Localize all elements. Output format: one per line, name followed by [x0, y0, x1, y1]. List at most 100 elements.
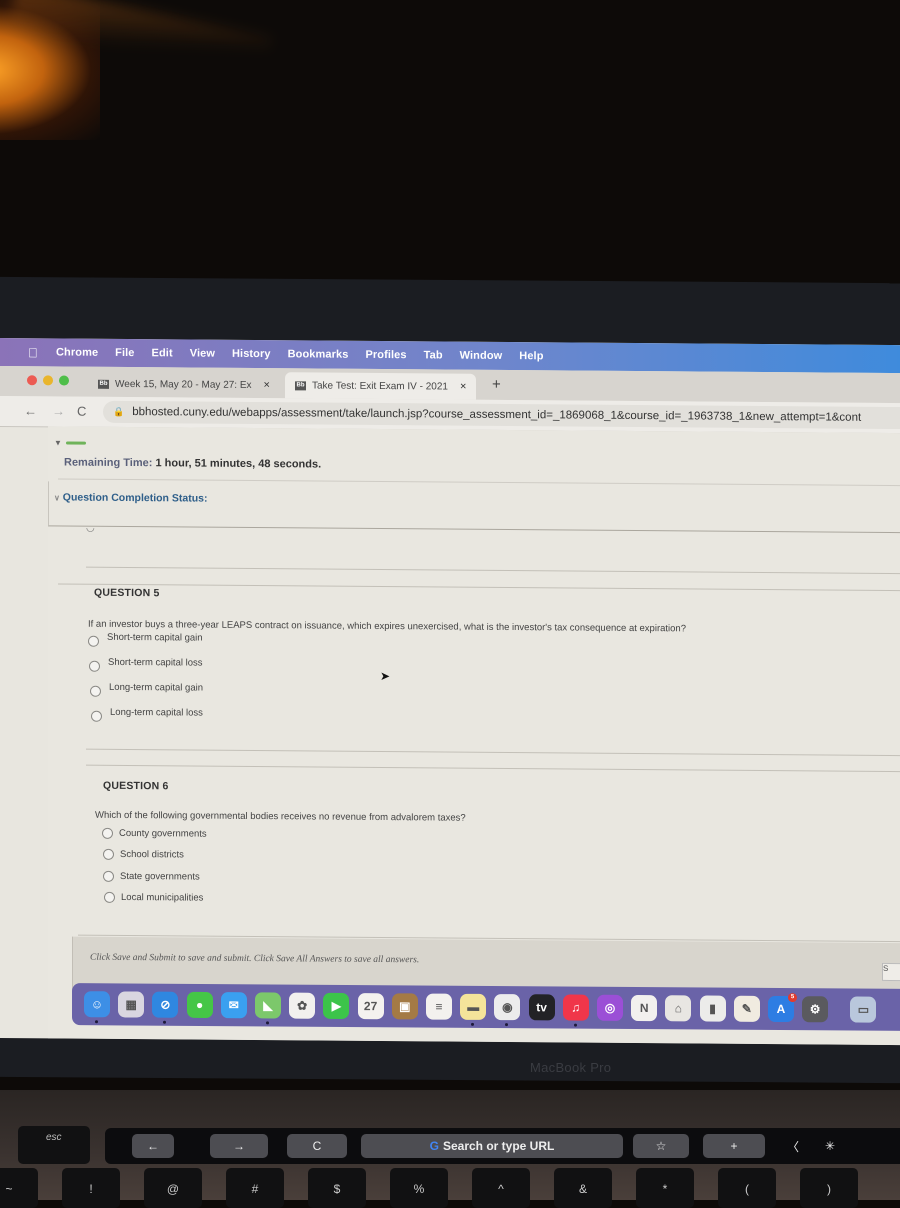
- touchbar-brightness-icon[interactable]: ✳: [815, 1134, 845, 1158]
- dock-facetime-icon[interactable]: ▶: [323, 992, 350, 1020]
- touchbar-search-field[interactable]: G Search or type URL: [361, 1134, 623, 1158]
- dock-safari-icon[interactable]: ⊘: [152, 991, 179, 1018]
- notification-badge: 5: [788, 993, 797, 1003]
- running-indicator: [266, 1021, 269, 1025]
- touchbar-bookmark-star-icon[interactable]: ☆: [633, 1134, 689, 1158]
- menu-help[interactable]: Help: [519, 350, 543, 362]
- test-page: ▼ Remaining Time: 1 hour, 51 minutes, 48…: [48, 426, 900, 1046]
- key[interactable]: %: [390, 1168, 448, 1208]
- radio-button[interactable]: [88, 635, 99, 647]
- menu-file[interactable]: File: [115, 347, 134, 359]
- close-window-button[interactable]: [27, 375, 37, 386]
- key[interactable]: ): [800, 1168, 858, 1208]
- dock-reminders-icon[interactable]: ≡: [426, 993, 452, 1020]
- touchbar-back-button[interactable]: ←: [132, 1134, 174, 1158]
- question-6-title: QUESTION 6: [103, 779, 169, 793]
- touchbar-reload-button[interactable]: C: [287, 1134, 347, 1158]
- dock-finder-icon[interactable]: ☺: [84, 991, 110, 1018]
- touchbar-new-tab-icon[interactable]: +: [703, 1134, 765, 1158]
- minimize-window-button[interactable]: [43, 375, 53, 386]
- tab-label: Take Test: Exit Exam IV - 2021: [312, 379, 448, 393]
- touchbar-search-label: Search or type URL: [442, 1139, 555, 1153]
- radio-button[interactable]: [103, 848, 114, 860]
- menu-edit[interactable]: Edit: [152, 347, 173, 359]
- dock-pages-icon[interactable]: ✎: [733, 995, 760, 1022]
- question-6-option-3[interactable]: State governments: [103, 870, 200, 883]
- question-5-option-3[interactable]: Long-term capital gain: [90, 682, 203, 698]
- dock-keynote-icon[interactable]: ⌂: [665, 995, 692, 1022]
- tab-week-15[interactable]: Bb Week 15, May 20 - May 27: Ex ×: [88, 371, 280, 399]
- radio-button[interactable]: [102, 827, 113, 839]
- dock-calendar-icon[interactable]: 27: [357, 993, 384, 1020]
- dock-apple-tv-icon[interactable]: tv: [528, 994, 555, 1021]
- key[interactable]: #: [226, 1168, 284, 1208]
- question-5-option-2[interactable]: Short-term capital loss: [89, 657, 203, 673]
- dock-mail-icon[interactable]: ✉: [220, 992, 247, 1019]
- touchbar-forward-button[interactable]: →: [210, 1134, 268, 1158]
- key[interactable]: $: [308, 1168, 366, 1208]
- radio-button[interactable]: [104, 891, 115, 903]
- new-tab-button[interactable]: +: [492, 376, 501, 393]
- question-5-option-4[interactable]: Long-term capital loss: [91, 707, 203, 723]
- menu-window[interactable]: Window: [460, 350, 503, 362]
- address-bar[interactable]: 🔒 bbhosted.cuny.edu/webapps/assessment/t…: [103, 400, 900, 430]
- key[interactable]: ~: [0, 1168, 38, 1208]
- option-label: Short-term capital gain: [107, 631, 203, 644]
- back-button[interactable]: ←: [24, 403, 37, 418]
- dock-preview-icon[interactable]: ▭: [850, 996, 877, 1023]
- esc-key[interactable]: esc: [18, 1126, 90, 1164]
- dock-music-icon[interactable]: ♫: [562, 994, 589, 1021]
- question-6-option-4[interactable]: Local municipalities: [104, 891, 203, 904]
- radio-button[interactable]: [103, 870, 114, 882]
- save-and-submit-button[interactable]: S: [882, 962, 900, 982]
- tab-take-test[interactable]: Bb Take Test: Exit Exam IV - 2021 ×: [285, 372, 477, 400]
- macos-dock: ☺ ▦ ⊘ ● ✉ ◣ ✿ ▶ 27 ▣ ≡ ▬ ◉ tv ♫ ◎ N ⌂ ▮ ✎ A 5 ⚙ ▭: [72, 983, 900, 1031]
- radio-button[interactable]: [90, 685, 101, 697]
- reload-button[interactable]: C: [77, 404, 86, 419]
- key[interactable]: !: [62, 1168, 120, 1208]
- dock-contacts-icon[interactable]: ▣: [391, 993, 418, 1020]
- menu-profiles[interactable]: Profiles: [365, 349, 406, 361]
- dock-news-icon[interactable]: N: [631, 994, 658, 1022]
- maximize-window-button[interactable]: [59, 375, 69, 386]
- close-tab-icon[interactable]: ×: [460, 381, 466, 393]
- question-6-option-1[interactable]: County governments: [102, 827, 207, 840]
- key[interactable]: *: [636, 1168, 694, 1208]
- menu-history[interactable]: History: [232, 348, 271, 360]
- option-label: Short-term capital loss: [108, 656, 203, 669]
- radio-button[interactable]: [89, 660, 100, 672]
- key[interactable]: &: [554, 1168, 612, 1208]
- question-6-option-2[interactable]: School districts: [103, 848, 184, 860]
- dock-podcasts-icon[interactable]: ◎: [597, 994, 623, 1021]
- question-5-option-1[interactable]: Short-term capital gain: [88, 632, 203, 648]
- remaining-time-label: Remaining Time:: [64, 456, 153, 470]
- dock-numbers-icon[interactable]: ▮: [699, 995, 726, 1022]
- macbook-pro-label: MacBook Pro: [530, 1060, 612, 1075]
- close-tab-icon[interactable]: ×: [264, 379, 270, 391]
- key[interactable]: ^: [472, 1168, 530, 1208]
- apple-menu-icon[interactable]: : [28, 345, 44, 360]
- question-completion-status[interactable]: ∨ Question Completion Status:: [54, 491, 207, 504]
- divider: [86, 748, 900, 757]
- option-label: County governments: [119, 827, 207, 840]
- touchbar-collapse-icon[interactable]: 〈: [781, 1134, 805, 1158]
- dock-notes-icon[interactable]: ▬: [460, 993, 487, 1020]
- key[interactable]: @: [144, 1168, 202, 1208]
- dock-photos-icon[interactable]: ✿: [289, 992, 316, 1019]
- menu-tab[interactable]: Tab: [424, 349, 443, 361]
- dock-launchpad-icon[interactable]: ▦: [118, 991, 145, 1018]
- dock-app-store-icon[interactable]: A5: [768, 993, 797, 1023]
- radio-button[interactable]: [91, 710, 102, 722]
- dock-messages-icon[interactable]: ●: [186, 991, 213, 1019]
- dock-system-preferences-icon[interactable]: ⚙: [802, 996, 829, 1023]
- dock-maps-icon[interactable]: ◣: [255, 992, 281, 1019]
- dock-chrome-icon[interactable]: ◉: [494, 994, 521, 1021]
- collapse-triangle-icon[interactable]: ▼: [54, 438, 62, 447]
- url-text[interactable]: bbhosted.cuny.edu/webapps/assessment/tak…: [132, 406, 861, 424]
- key[interactable]: (: [718, 1168, 776, 1208]
- menu-view[interactable]: View: [190, 347, 215, 359]
- menu-bookmarks[interactable]: Bookmarks: [288, 348, 349, 360]
- touch-bar: ← → C G Search or type URL ☆ + 〈 ✳: [105, 1128, 900, 1164]
- menu-chrome[interactable]: Chrome: [56, 346, 98, 358]
- forward-button[interactable]: →: [52, 403, 65, 418]
